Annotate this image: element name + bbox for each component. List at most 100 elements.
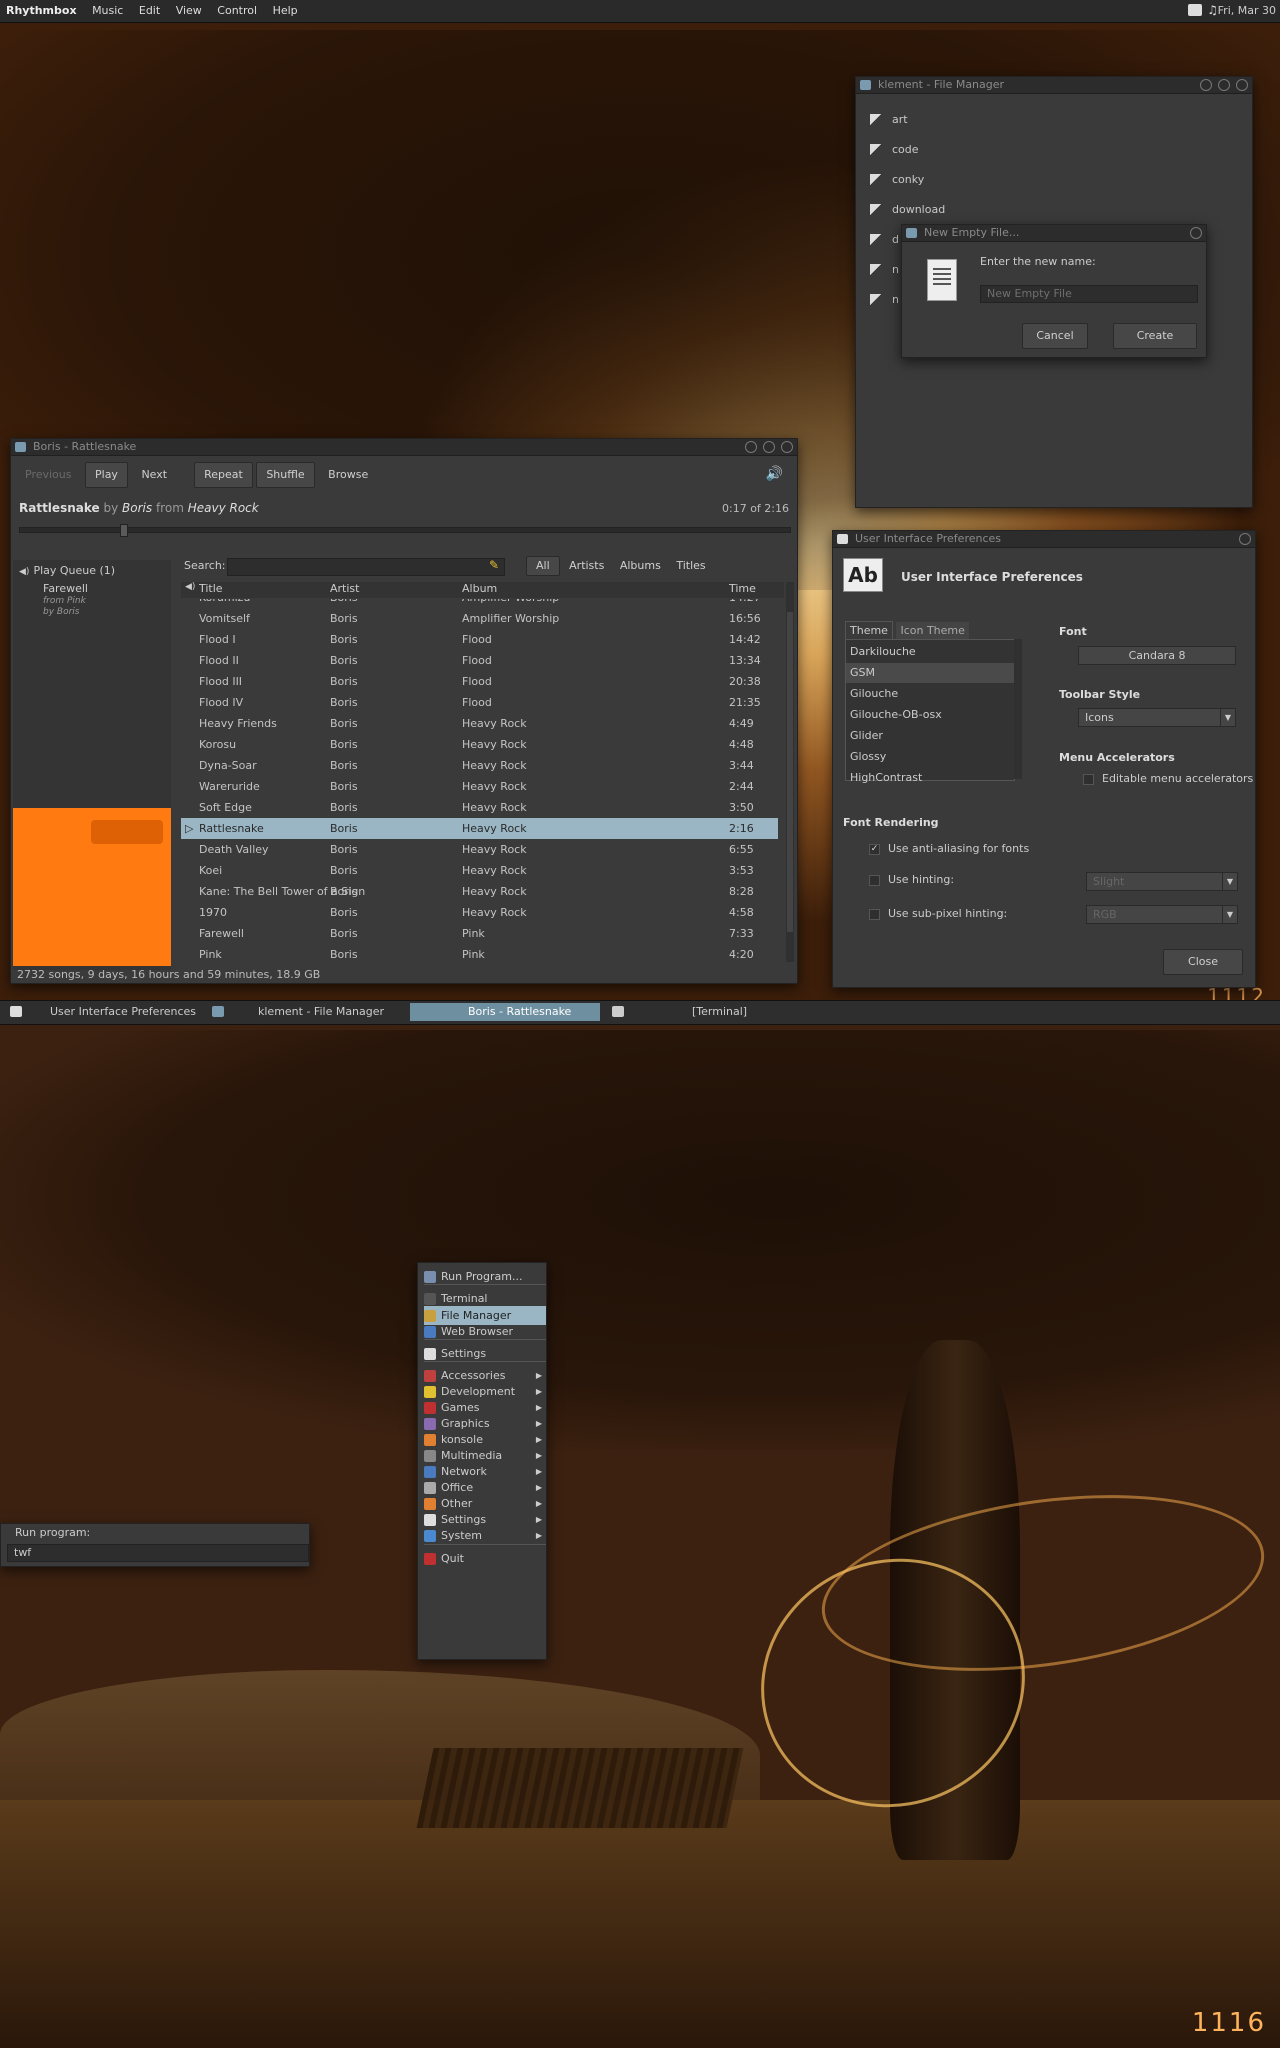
file-item[interactable]: d (870, 233, 899, 246)
theme-list-item[interactable]: GSM (846, 663, 1014, 683)
new-file-titlebar[interactable]: New Empty File... (902, 225, 1206, 242)
theme-list-item[interactable]: Glider (846, 726, 1014, 746)
filter-albums[interactable]: Albums (614, 556, 667, 576)
filter-artists[interactable]: Artists (563, 556, 610, 576)
theme-list-scrollbar[interactable] (1014, 639, 1022, 779)
shuffle-button[interactable]: Shuffle (256, 462, 315, 488)
menu-view[interactable]: View (170, 0, 208, 22)
column-album[interactable]: Album (462, 582, 497, 595)
table-row[interactable]: Korosu Boris Heavy Rock 4:48 (181, 734, 778, 755)
tab-theme[interactable]: Theme (845, 621, 893, 639)
panel-clock[interactable]: Fri, Mar 30 (1218, 0, 1276, 22)
file-item[interactable]: conky (870, 173, 924, 186)
new-file-name-input[interactable]: New Empty File (980, 285, 1198, 303)
theme-list-item[interactable]: HighContrast (846, 768, 1014, 788)
subpixel-option[interactable]: Use sub-pixel hinting: (869, 907, 1007, 920)
volume-icon[interactable]: 🔊 (766, 466, 783, 482)
table-row[interactable]: Korumizu Boris Amplifier Worship 14:27 (181, 599, 778, 608)
table-row[interactable]: Kane: The Bell Tower of a Sign Boris Heavy… (181, 881, 778, 902)
file-item[interactable]: code (870, 143, 919, 156)
run-program-input[interactable]: twf (7, 1544, 309, 1562)
close-button[interactable] (781, 441, 793, 453)
filter-all[interactable]: All (526, 556, 560, 576)
cancel-button[interactable]: Cancel (1022, 323, 1088, 349)
theme-list-item[interactable]: Glossy (846, 747, 1014, 767)
table-row[interactable]: Flood III Boris Flood 20:38 (181, 671, 778, 692)
play-button[interactable]: Play (85, 462, 128, 488)
table-row[interactable]: Heavy Friends Boris Heavy Rock 4:49 (181, 713, 778, 734)
ui-preferences-titlebar[interactable]: User Interface Preferences (833, 531, 1255, 548)
play-queue-item[interactable]: ◀) Play Queue (1) (19, 564, 115, 577)
column-title[interactable]: Title (199, 582, 223, 595)
toolbar-style-select[interactable]: Icons ▼ (1078, 708, 1236, 727)
hinting-checkbox[interactable] (869, 874, 880, 886)
rhythmbox-titlebar[interactable]: Boris - Rattlesnake (11, 439, 797, 456)
file-item[interactable]: art (870, 113, 908, 126)
music-note-icon[interactable]: ♫ (1207, 3, 1218, 17)
theme-list-item[interactable]: Gilouche-OB-osx (846, 705, 1014, 725)
menu-music[interactable]: Music (86, 0, 129, 22)
subpixel-select[interactable]: RGB ▼ (1086, 905, 1238, 924)
next-button[interactable]: Next (131, 462, 177, 488)
clear-search-icon[interactable]: ✎ (489, 558, 499, 572)
maximize-button[interactable] (763, 441, 775, 453)
task-ui-preferences[interactable]: User Interface Preferences (44, 1003, 210, 1021)
table-row[interactable]: Flood I Boris Flood 14:42 (181, 629, 778, 650)
menu-help[interactable]: Help (267, 0, 304, 22)
task-rhythmbox[interactable]: Boris - Rattlesnake (410, 1003, 600, 1021)
table-row[interactable]: Soft Edge Boris Heavy Rock 3:50 (181, 797, 778, 818)
queue-entry-title[interactable]: Farewell (43, 582, 88, 595)
table-row[interactable]: Death Valley Boris Heavy Rock 6:55 (181, 839, 778, 860)
menu-control[interactable]: Control (211, 0, 263, 22)
table-row[interactable]: Wareruride Boris Heavy Rock 2:44 (181, 776, 778, 797)
web-browser-item[interactable]: Web Browser (424, 1322, 546, 1341)
seek-bar[interactable] (19, 524, 791, 537)
theme-list-item[interactable]: Darkilouche (846, 642, 1014, 662)
table-row[interactable]: ▷ Rattlesnake Boris Heavy Rock 2:16 (181, 818, 778, 839)
file-manager-titlebar[interactable]: klement - File Manager (856, 77, 1252, 94)
close-button[interactable] (1190, 227, 1202, 239)
track-scrollbar[interactable] (786, 582, 794, 962)
antialias-checkbox[interactable]: ✓ (869, 843, 880, 855)
hinting-option[interactable]: Use hinting: (869, 873, 954, 886)
maximize-button[interactable] (1218, 79, 1230, 91)
menu-edit[interactable]: Edit (133, 0, 166, 22)
table-row[interactable]: 1970 Boris Heavy Rock 4:58 (181, 902, 778, 923)
table-row[interactable]: Dyna-Soar Boris Heavy Rock 3:44 (181, 755, 778, 776)
app-menu-title[interactable]: Rhythmbox (0, 0, 83, 22)
create-button[interactable]: Create (1113, 323, 1197, 349)
previous-button[interactable]: Previous (15, 462, 82, 488)
quit-item[interactable]: Quit (424, 1549, 546, 1568)
chat-icon[interactable] (1188, 4, 1202, 16)
minimize-button[interactable] (745, 441, 757, 453)
file-item[interactable]: n (870, 263, 899, 276)
antialias-option[interactable]: ✓ Use anti-aliasing for fonts (869, 842, 1029, 855)
system-item[interactable]: System ▶ (424, 1526, 546, 1545)
task-file-manager[interactable]: klement - File Manager (252, 1003, 408, 1021)
run-program-item[interactable]: Run Program... (424, 1267, 546, 1286)
subpixel-checkbox[interactable] (869, 908, 880, 920)
file-item[interactable]: n (870, 293, 899, 306)
tab-icon-theme[interactable]: Icon Theme (896, 622, 969, 639)
table-row[interactable]: Koei Boris Heavy Rock 3:53 (181, 860, 778, 881)
table-row[interactable]: Vomitself Boris Amplifier Worship 16:56 (181, 608, 778, 629)
scrollbar-thumb[interactable] (787, 612, 793, 932)
table-row[interactable]: Flood II Boris Flood 13:34 (181, 650, 778, 671)
close-button[interactable] (1239, 533, 1251, 545)
table-row[interactable]: Pink Boris Pink 4:20 (181, 944, 778, 961)
settings-item[interactable]: Settings (424, 1344, 546, 1363)
filter-titles[interactable]: Titles (670, 556, 711, 576)
browse-button[interactable]: Browse (318, 462, 378, 488)
editable-accelerators-checkbox[interactable] (1083, 773, 1094, 785)
column-time[interactable]: Time (729, 582, 756, 595)
table-row[interactable]: Farewell Boris Pink 7:33 (181, 923, 778, 944)
search-input[interactable] (227, 558, 505, 576)
column-artist[interactable]: Artist (330, 582, 359, 595)
hinting-select[interactable]: Slight ▼ (1086, 872, 1238, 891)
file-item[interactable]: download (870, 203, 945, 216)
close-button[interactable] (1236, 79, 1248, 91)
repeat-button[interactable]: Repeat (194, 462, 253, 488)
theme-list-item[interactable]: Gilouche (846, 684, 1014, 704)
seek-handle[interactable] (120, 524, 129, 537)
close-button[interactable]: Close (1163, 949, 1243, 975)
